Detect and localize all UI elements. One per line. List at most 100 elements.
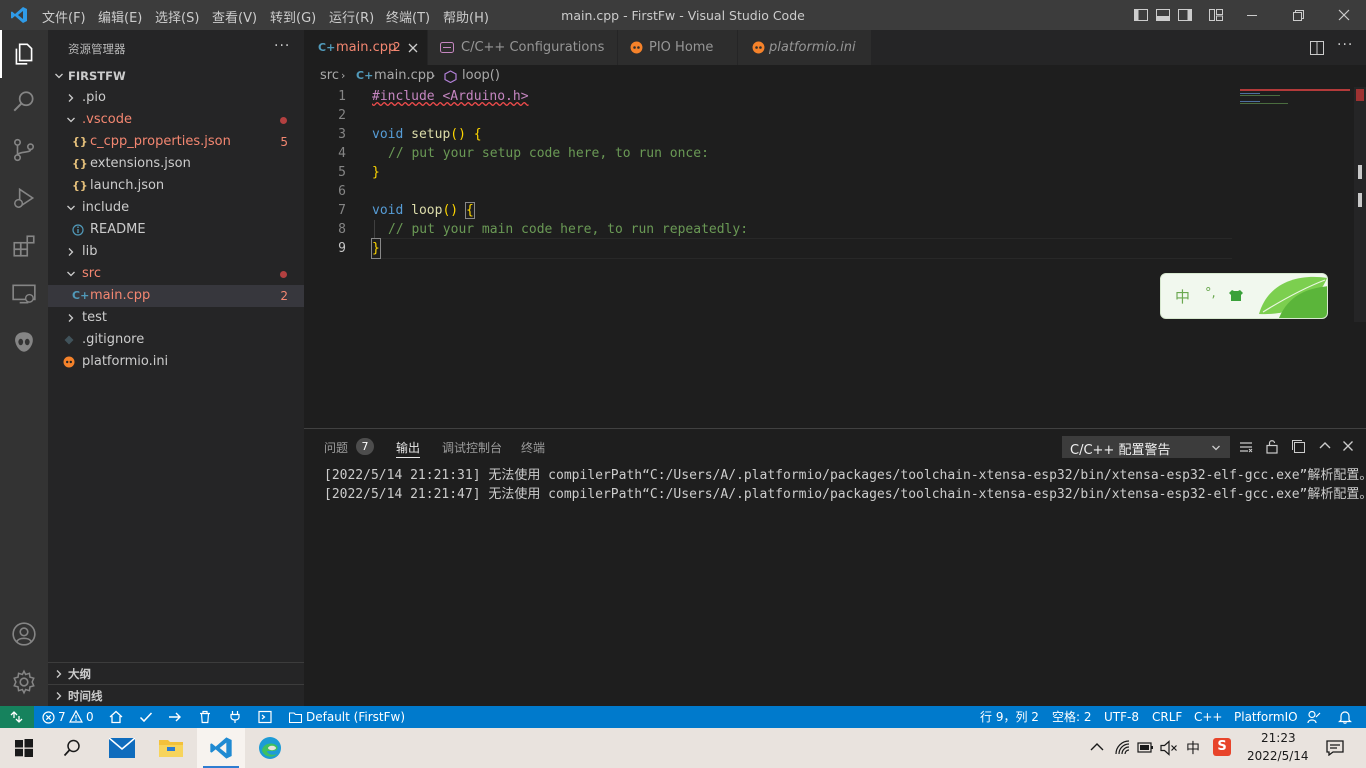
toggle-panel-icon[interactable]	[1153, 5, 1173, 25]
pio-plug-icon[interactable]	[228, 710, 242, 724]
minimize-icon[interactable]	[1242, 5, 1262, 25]
punctuation: () {	[450, 127, 482, 142]
search-icon[interactable]	[0, 78, 48, 126]
run-debug-icon[interactable]	[0, 174, 48, 222]
clear-output-icon[interactable]	[1239, 440, 1253, 454]
language-mode[interactable]: C++	[1194, 706, 1223, 728]
tree-folder-pio[interactable]: .pio	[48, 87, 304, 109]
tree-file-gitignore[interactable]: .gitignore	[48, 329, 304, 351]
breadcrumb-folder[interactable]: src	[320, 65, 339, 87]
tree-file-platformio-ini[interactable]: platformio.ini	[48, 351, 304, 373]
source-control-icon[interactable]	[0, 126, 48, 174]
tree-file-c-cpp-properties[interactable]: {} c_cpp_properties.json 5	[48, 131, 304, 153]
tree-file-extensions[interactable]: {} extensions.json	[48, 153, 304, 175]
menu-help[interactable]: 帮助(H)	[443, 7, 489, 26]
encoding[interactable]: UTF-8	[1104, 706, 1139, 728]
end-of-line[interactable]: CRLF	[1152, 706, 1182, 728]
menu-edit[interactable]: 编辑(E)	[98, 7, 142, 26]
breadcrumb-file[interactable]: main.cpp	[374, 65, 434, 87]
menu-run[interactable]: 运行(R)	[329, 7, 374, 26]
tree-folder-test[interactable]: test	[48, 307, 304, 329]
editor-more-actions[interactable]: ···	[1337, 37, 1353, 53]
error-count-badge: 2	[280, 289, 288, 303]
menu-view[interactable]: 查看(V)	[212, 7, 257, 26]
pio-upload-arrow-icon[interactable]	[168, 710, 182, 724]
tree-folder-include[interactable]: include	[48, 197, 304, 219]
menu-go[interactable]: 转到(G)	[270, 7, 316, 26]
sogou-input-icon[interactable]: S	[1213, 738, 1231, 756]
tab-platformio-ini[interactable]: platformio.ini	[738, 30, 872, 65]
tree-file-main-cpp[interactable]: C+ main.cpp 2	[48, 285, 304, 307]
network-wifi-icon[interactable]	[1115, 740, 1131, 756]
toggle-secondary-sidebar-icon[interactable]	[1175, 5, 1195, 25]
edge-browser-icon[interactable]	[246, 728, 294, 768]
pio-terminal-icon[interactable]	[258, 710, 272, 724]
ime-skin-icon[interactable]	[1229, 289, 1243, 302]
feedback-icon[interactable]	[1307, 710, 1321, 724]
volume-muted-icon[interactable]	[1160, 740, 1178, 756]
editor-scrollbar[interactable]	[1354, 87, 1366, 322]
outline-section[interactable]: 大纲	[48, 663, 304, 685]
taskbar-search-icon[interactable]	[48, 728, 96, 768]
more-actions-button[interactable]: ···	[274, 38, 290, 54]
menu-selection[interactable]: 选择(S)	[155, 7, 199, 26]
action-center-icon[interactable]	[1326, 740, 1344, 756]
tab-pio-home[interactable]: PIO Home	[618, 30, 738, 65]
lock-scroll-icon[interactable]	[1265, 439, 1279, 454]
cursor-position[interactable]: 行 9，列 2	[980, 706, 1039, 728]
tree-folder-lib[interactable]: lib	[48, 241, 304, 263]
mail-app-icon[interactable]	[98, 728, 146, 768]
ime-punct-label[interactable]: °,	[1205, 286, 1216, 301]
timeline-section[interactable]: 时间线	[48, 685, 304, 707]
split-editor-icon[interactable]	[1310, 41, 1324, 55]
output-channel-select[interactable]: C/C++ 配置警告	[1062, 436, 1230, 458]
settings-gear-icon[interactable]	[0, 658, 48, 706]
restore-icon[interactable]	[1288, 5, 1308, 25]
clock-date[interactable]: 2022/5/14	[1247, 749, 1309, 763]
close-tab-icon[interactable]	[408, 43, 418, 53]
tree-file-launch[interactable]: {} launch.json	[48, 175, 304, 197]
breadcrumb-symbol[interactable]: loop()	[462, 65, 500, 87]
extensions-icon[interactable]	[0, 222, 48, 270]
ime-mode-label[interactable]: 中	[1175, 286, 1190, 307]
clock-time[interactable]: 21:23	[1261, 731, 1296, 745]
file-explorer-icon[interactable]	[147, 728, 195, 768]
minimap[interactable]	[1238, 87, 1354, 111]
tray-chevron-up-icon[interactable]	[1090, 742, 1104, 752]
windows-start-icon[interactable]	[0, 728, 48, 768]
maximize-panel-icon[interactable]	[1319, 441, 1331, 451]
account-icon[interactable]	[0, 610, 48, 658]
customize-layout-icon[interactable]	[1206, 5, 1226, 25]
pio-home-icon[interactable]	[109, 710, 123, 724]
toggle-sidebar-icon[interactable]	[1131, 5, 1151, 25]
indentation[interactable]: 空格: 2	[1052, 706, 1092, 728]
vscode-taskbar-icon[interactable]	[197, 728, 245, 768]
open-in-editor-icon[interactable]	[1291, 439, 1307, 454]
tree-file-readme[interactable]: README	[48, 219, 304, 241]
tree-folder-vscode[interactable]: .vscode	[48, 109, 304, 131]
menu-file[interactable]: 文件(F)	[42, 7, 86, 26]
tab-main-cpp[interactable]: C+ main.cpp 2	[304, 30, 428, 65]
workspace-root[interactable]: FIRSTFW	[48, 65, 304, 87]
code-editor[interactable]: 1 2 3 4 5 6 7 8 9 #include <Arduino.h> v…	[304, 87, 1366, 427]
remote-explorer-icon[interactable]	[0, 270, 48, 318]
platformio-alien-icon[interactable]	[0, 318, 48, 366]
pio-build-check-icon[interactable]	[139, 710, 153, 724]
ime-indicator[interactable]: 中	[1186, 738, 1200, 758]
battery-icon[interactable]	[1137, 741, 1155, 755]
panel-tab-debug-console[interactable]: 调试控制台	[442, 439, 502, 456]
menu-terminal[interactable]: 终端(T)	[386, 7, 430, 26]
tab-cpp-configurations[interactable]: C/C++ Configurations	[428, 30, 618, 65]
close-panel-icon[interactable]	[1342, 440, 1354, 452]
panel-tab-problems[interactable]: 问题	[324, 439, 348, 456]
remote-indicator[interactable]	[0, 706, 34, 728]
explorer-icon[interactable]	[0, 30, 48, 78]
pio-clean-trash-icon[interactable]	[198, 710, 212, 724]
notifications-bell-icon[interactable]	[1338, 710, 1352, 724]
ime-toolbar[interactable]: 中 °,	[1160, 273, 1328, 319]
close-window-icon[interactable]	[1334, 5, 1354, 25]
platformio-status[interactable]: PlatformIO	[1234, 706, 1298, 728]
panel-tab-terminal[interactable]: 终端	[521, 439, 545, 456]
panel-tab-output[interactable]: 输出	[396, 439, 420, 456]
tree-folder-src[interactable]: src	[48, 263, 304, 285]
